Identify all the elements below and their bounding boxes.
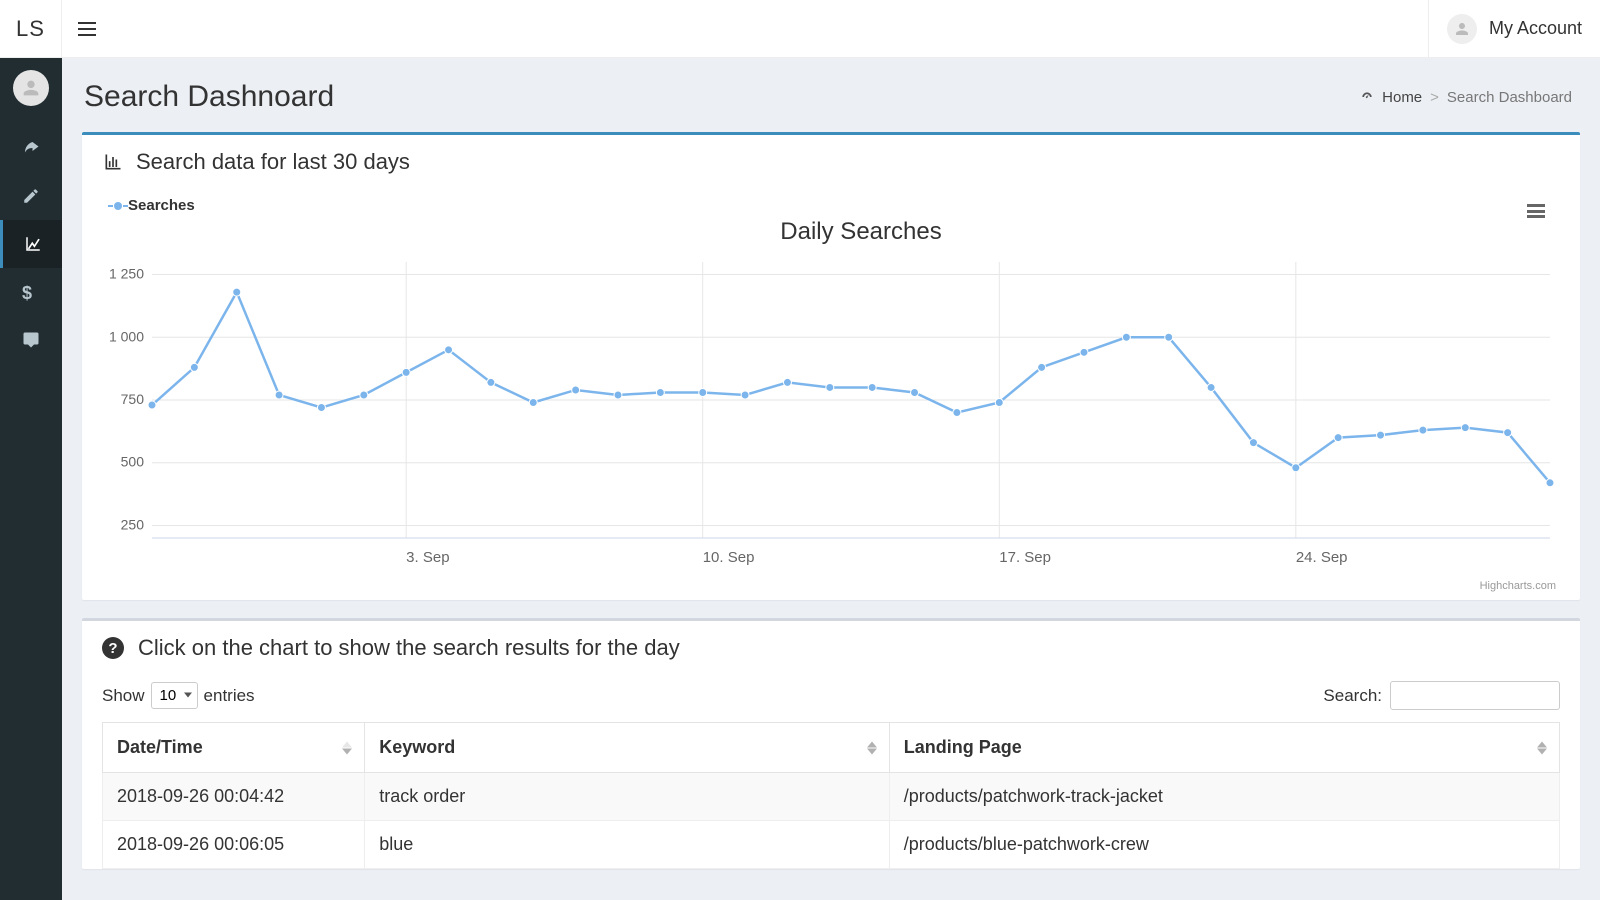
svg-text:1 250: 1 250 (109, 266, 144, 282)
table-row[interactable]: 2018-09-26 00:04:42track order/products/… (103, 773, 1560, 821)
sidebar-item-share[interactable] (0, 124, 62, 172)
page-size-select[interactable]: 10 (151, 682, 198, 709)
chart-menu-button[interactable] (1522, 197, 1550, 225)
cell-datetime: 2018-09-26 00:04:42 (103, 773, 365, 821)
breadcrumb-separator: > (1430, 89, 1439, 106)
line-chart-icon (24, 235, 42, 253)
sort-icon (867, 741, 877, 754)
results-panel: ? Click on the chart to show the search … (82, 618, 1580, 869)
chart-panel-title: Search data for last 30 days (136, 149, 410, 175)
chart-title: Daily Searches (162, 218, 1560, 246)
svg-text:3. Sep: 3. Sep (406, 549, 449, 566)
dashboard-icon (1360, 90, 1374, 104)
menu-toggle-button[interactable] (62, 0, 112, 58)
main-content: Search Dashnoard Home > Search Dashboard… (62, 58, 1600, 900)
svg-text:500: 500 (121, 454, 145, 470)
table-search-label: Search: (1323, 686, 1382, 706)
account-menu[interactable]: My Account (1428, 0, 1600, 58)
legend-marker (114, 202, 122, 210)
avatar (1447, 14, 1477, 44)
hamburger-icon (78, 22, 96, 36)
share-arrow-icon (22, 139, 40, 157)
results-hint-row: ? Click on the chart to show the search … (82, 621, 1580, 675)
account-label: My Account (1489, 18, 1582, 39)
sidebar-avatar[interactable] (13, 70, 49, 106)
col-keyword[interactable]: Keyword (365, 723, 890, 773)
svg-text:250: 250 (121, 516, 145, 532)
breadcrumb-current: Search Dashboard (1447, 89, 1572, 106)
menu-bars-icon (1527, 204, 1545, 218)
sidebar: $ (0, 58, 62, 900)
brand-logo[interactable]: LS (0, 0, 62, 58)
svg-text:1 000: 1 000 (109, 328, 144, 344)
chart-legend[interactable]: Searches (114, 197, 1560, 214)
cell-datetime: 2018-09-26 00:06:05 (103, 821, 365, 869)
show-label: Show (102, 686, 145, 706)
results-table: Date/Time Keyword Landing Page 201 (102, 722, 1560, 869)
bar-chart-icon (102, 152, 124, 172)
topbar: LS My Account (0, 0, 1600, 58)
page-title: Search Dashnoard (84, 80, 334, 114)
svg-text:750: 750 (121, 391, 145, 407)
col-datetime[interactable]: Date/Time (103, 723, 365, 773)
chart-credits[interactable]: Highcharts.com (1480, 580, 1556, 592)
sort-icon (342, 741, 352, 754)
page-header: Search Dashnoard Home > Search Dashboard (62, 58, 1600, 132)
sort-icon (1537, 741, 1547, 754)
cell-keyword: blue (365, 821, 890, 869)
sidebar-item-billing[interactable]: $ (0, 268, 62, 316)
sidebar-item-comments[interactable] (0, 316, 62, 364)
chart-container: Searches Daily Searches 250 500 750 1 000 1 … (82, 189, 1580, 600)
svg-text:24. Sep: 24. Sep (1296, 549, 1348, 566)
sidebar-item-edit[interactable] (0, 172, 62, 220)
chart-panel: Search data for last 30 days Searches Da… (82, 132, 1580, 600)
dollar-icon: $ (22, 283, 40, 301)
line-chart[interactable]: 250 500 750 1 000 1 250 3. Sep 10. Sep 17. Sep 2… (102, 252, 1560, 572)
svg-text:17. Sep: 17. Sep (999, 549, 1051, 566)
cell-landing: /products/blue-patchwork-crew (889, 821, 1559, 869)
col-landing[interactable]: Landing Page (889, 723, 1559, 773)
entries-label: entries (204, 686, 255, 706)
cell-landing: /products/patchwork-track-jacket (889, 773, 1559, 821)
table-controls: Show 10 entries Search: (82, 675, 1580, 722)
results-hint-text: Click on the chart to show the search re… (138, 635, 680, 661)
legend-label: Searches (128, 197, 195, 214)
table-search-input[interactable] (1390, 681, 1560, 710)
chart-panel-header: Search data for last 30 days (82, 135, 1580, 189)
table-row[interactable]: 2018-09-26 00:06:05blue/products/blue-pa… (103, 821, 1560, 869)
question-icon: ? (102, 637, 124, 659)
svg-text:10. Sep: 10. Sep (703, 549, 755, 566)
sidebar-item-analytics[interactable] (0, 220, 62, 268)
edit-icon (22, 187, 40, 205)
breadcrumb-home[interactable]: Home (1382, 89, 1422, 106)
comment-icon (22, 331, 40, 349)
breadcrumb: Home > Search Dashboard (1360, 89, 1572, 106)
cell-keyword: track order (365, 773, 890, 821)
